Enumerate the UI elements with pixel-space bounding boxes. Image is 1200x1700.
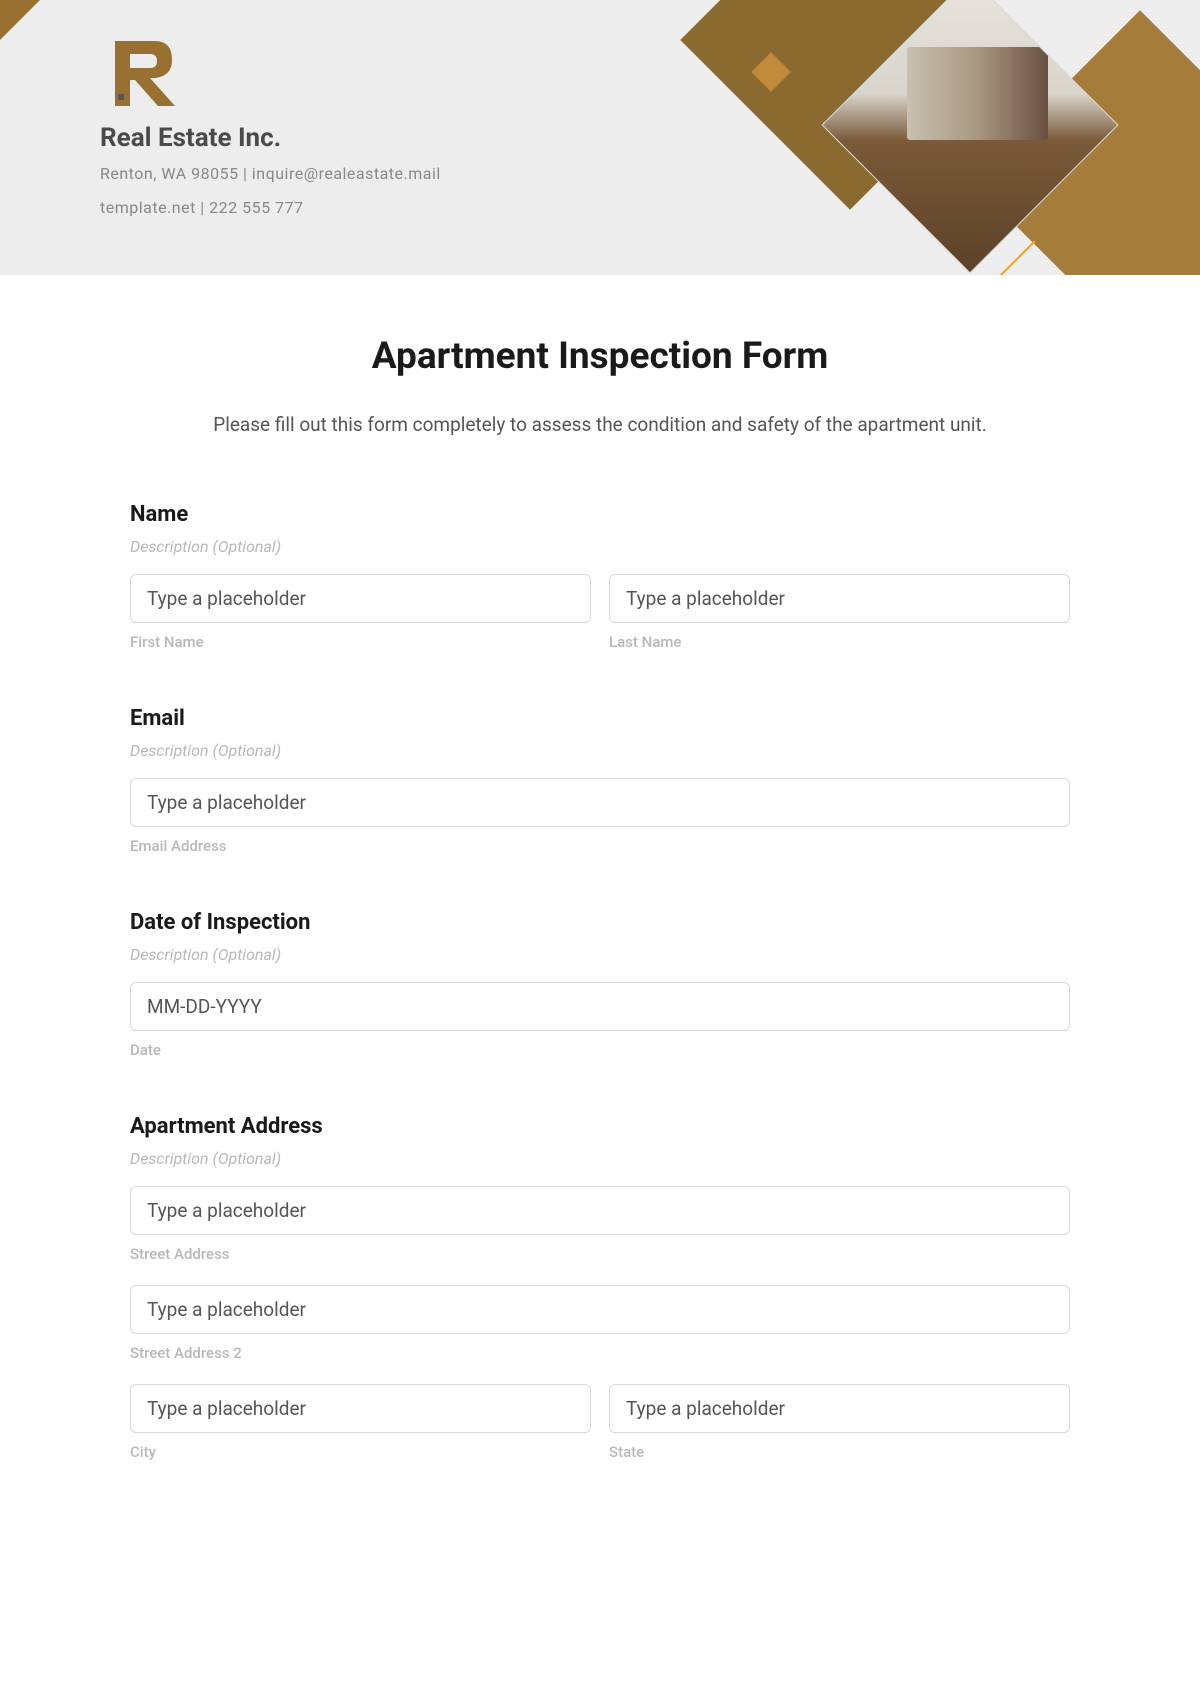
last-name-input[interactable]: [609, 574, 1070, 623]
street-sublabel: Street Address: [130, 1245, 1070, 1263]
form-title: Apartment Inspection Form: [130, 335, 1070, 378]
last-name-sublabel: Last Name: [609, 633, 1070, 651]
corner-triangle: [0, 0, 40, 40]
company-info-line1: Renton, WA 98055 | inquire@realeastate.m…: [100, 161, 441, 187]
city-sublabel: City: [130, 1443, 591, 1461]
field-group-date: Date of Inspection Description (Optional…: [130, 910, 1070, 1059]
house-model-graphic: [908, 47, 1048, 141]
email-sublabel: Email Address: [130, 837, 1070, 855]
date-sublabel: Date: [130, 1041, 1070, 1059]
name-desc: Description (Optional): [130, 537, 1070, 556]
address-label: Apartment Address: [130, 1114, 1070, 1139]
street-address-2-input[interactable]: [130, 1285, 1070, 1334]
state-input[interactable]: [609, 1384, 1070, 1433]
name-label: Name: [130, 502, 1070, 527]
first-name-input[interactable]: [130, 574, 591, 623]
street2-sublabel: Street Address 2: [130, 1344, 1070, 1362]
field-group-email: Email Description (Optional) Email Addre…: [130, 706, 1070, 855]
first-name-sublabel: First Name: [130, 633, 591, 651]
date-input[interactable]: [130, 982, 1070, 1031]
company-info-line2: template.net | 222 555 777: [100, 195, 441, 221]
state-sublabel: State: [609, 1443, 1070, 1461]
address-desc: Description (Optional): [130, 1149, 1070, 1168]
email-input[interactable]: [130, 778, 1070, 827]
header-decoration: [600, 0, 1200, 275]
email-desc: Description (Optional): [130, 741, 1070, 760]
field-group-address: Apartment Address Description (Optional)…: [130, 1114, 1070, 1461]
form-main: Apartment Inspection Form Please fill ou…: [0, 275, 1200, 1556]
company-name: Real Estate Inc.: [100, 123, 441, 153]
date-desc: Description (Optional): [130, 945, 1070, 964]
date-label: Date of Inspection: [130, 910, 1070, 935]
company-logo-icon: [100, 36, 190, 111]
header-content: Real Estate Inc. Renton, WA 98055 | inqu…: [100, 36, 441, 220]
street-address-input[interactable]: [130, 1186, 1070, 1235]
form-subtitle: Please fill out this form completely to …: [130, 408, 1070, 442]
email-label: Email: [130, 706, 1070, 731]
header-banner: Real Estate Inc. Renton, WA 98055 | inqu…: [0, 0, 1200, 275]
field-group-name: Name Description (Optional) First Name L…: [130, 502, 1070, 651]
city-input[interactable]: [130, 1384, 591, 1433]
